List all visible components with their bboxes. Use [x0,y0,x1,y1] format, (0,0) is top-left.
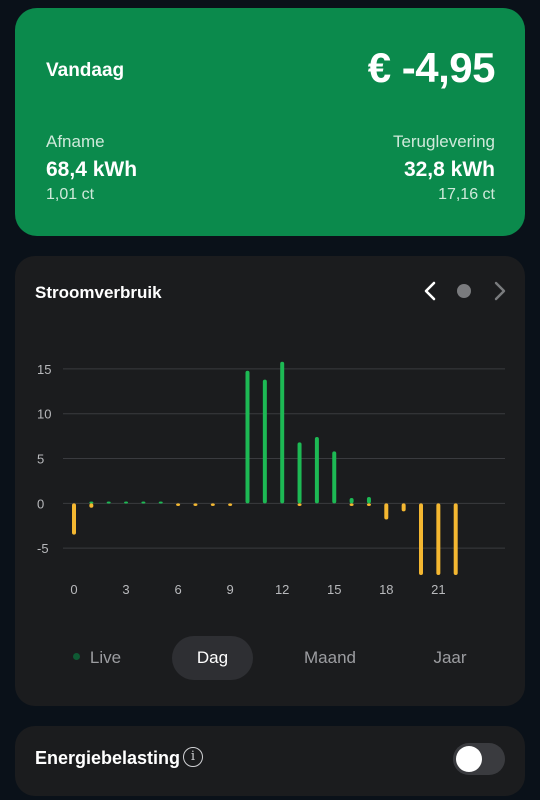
chart-bar [384,503,389,520]
teruglevering-label: Teruglevering [392,132,495,151]
chart-bar [297,503,302,507]
chart-bar [262,379,267,504]
energy-tax-label: Energiebelasting [35,748,181,768]
chart-bar [436,503,441,575]
x-tick-label: 3 [122,582,129,597]
chart-bar [349,503,354,507]
live-dot-icon [72,653,80,661]
x-tick-label: 0 [70,582,77,597]
chart-bar [176,503,181,507]
chart-bar [245,370,250,504]
y-tick-label: -5 [37,541,49,556]
chart-bar [106,501,111,504]
y-tick-label: 0 [37,496,44,511]
chart-bar [193,503,198,507]
chart-bar [314,437,319,504]
chart-bar [141,501,146,504]
x-tick-label: 21 [431,582,445,597]
summary-title: Vandaag [46,60,125,81]
period-month-button[interactable]: Maand [270,636,390,680]
y-tick-label: 5 [37,452,44,467]
x-tick-label: 15 [327,582,341,597]
chart-bar [332,451,337,504]
x-tick-label: 9 [227,582,234,597]
period-live-label: Live [89,648,122,667]
x-tick-label: 12 [275,582,289,597]
period-day-button[interactable]: Dag [172,636,253,680]
chart-bar [349,497,354,504]
teruglevering-price: 17,16 ct [438,186,495,203]
toggle-knob [456,746,482,772]
teruglevering-value: 32,8 kWh [403,158,495,181]
today-summary-card: Vandaag € -4,95 Afname 68,4 kWh 1,01 ct … [15,8,525,236]
chart-bar [89,501,94,504]
x-tick-label: 18 [379,582,393,597]
info-icon[interactable]: i [183,747,203,767]
chart-bar [366,503,371,507]
usage-bar-chart: 15 10 5 0 -5 0 3 6 9 12 15 18 21 [37,361,505,597]
period-selector: Live Dag Maand Jaar [15,636,525,680]
chart-bar [158,501,163,504]
power-usage-card: Stroomverbruik 15 10 5 0 -5 0 3 6 9 12 15 18 21 Live… [15,256,525,706]
afname-value: 68,4 kWh [46,158,138,181]
chart-bar [453,503,458,575]
afname-label: Afname [46,132,105,151]
chart-bar [124,501,129,504]
period-year-button[interactable]: Jaar [390,636,510,680]
x-tick-label: 6 [174,582,181,597]
chart-bar [72,503,76,535]
chart-bar [210,503,215,507]
chart-bar [228,503,233,507]
energy-tax-card: Energiebelasting i [15,726,525,796]
y-tick-label: 15 [37,362,51,377]
y-tick-label: 10 [37,407,51,422]
chart-bar [280,361,285,504]
chart-bar [366,497,371,504]
energy-tax-toggle[interactable] [453,743,505,775]
chart-bar [419,503,423,575]
chart-bar [401,503,406,512]
summary-amount: € -4,95 [367,44,496,91]
afname-price: 1,01 ct [46,186,95,203]
chart-bar [89,503,94,508]
period-live-button[interactable]: Live [37,636,157,680]
chart-bar [297,442,302,504]
